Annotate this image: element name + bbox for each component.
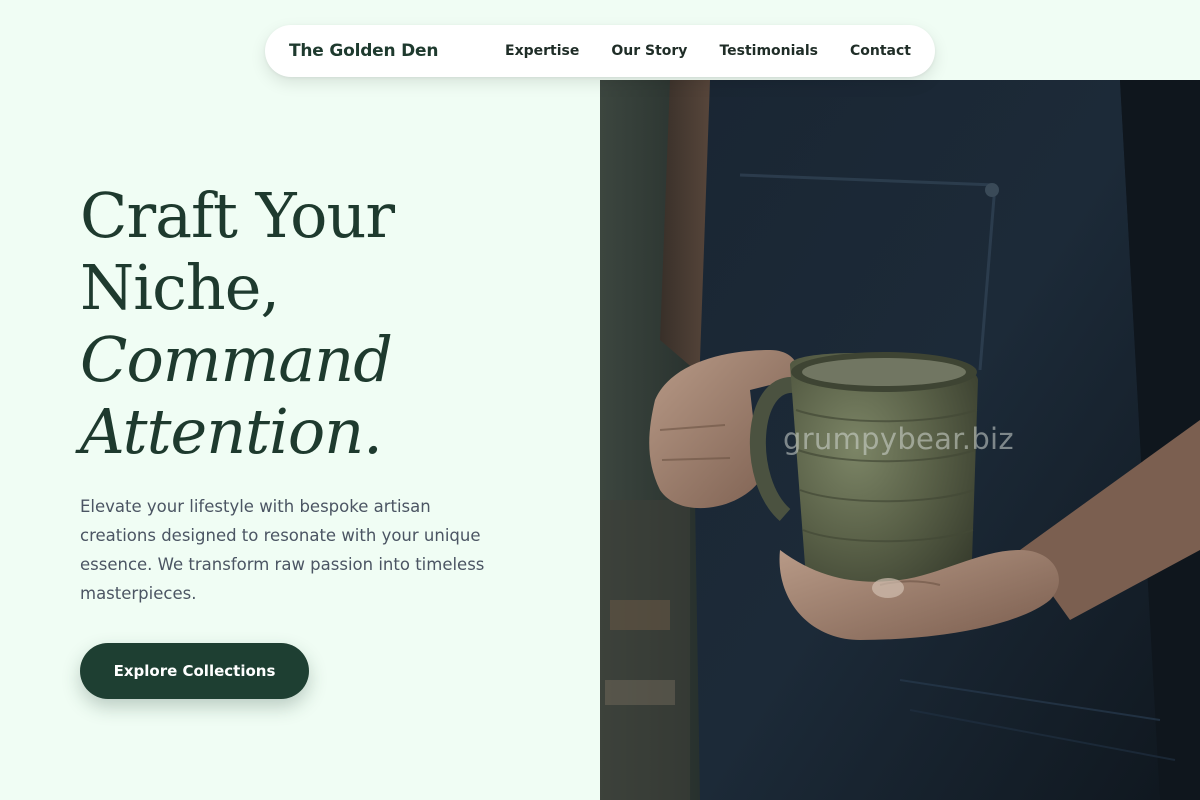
top-navigation: The Golden Den Expertise Our Story Testi…: [265, 25, 935, 77]
headline-line-4: Attention.: [80, 395, 383, 468]
hero-headline: Craft Your Niche, Command Attention.: [80, 180, 560, 468]
nav-link-contact[interactable]: Contact: [850, 43, 911, 59]
hero-subtext: Elevate your lifestyle with bespoke arti…: [80, 497, 485, 603]
explore-collections-button[interactable]: Explore Collections: [80, 643, 309, 699]
nav-link-testimonials[interactable]: Testimonials: [719, 43, 818, 59]
hero-image: grumpybear.biz: [600, 80, 1200, 800]
headline-line-2: Niche,: [80, 251, 280, 324]
image-watermark: grumpybear.biz: [783, 422, 1014, 456]
brand-logo[interactable]: The Golden Den: [289, 41, 438, 61]
nav-links: Expertise Our Story Testimonials Contact: [505, 43, 911, 59]
nav-link-our-story[interactable]: Our Story: [611, 43, 687, 59]
headline-line-1: Craft Your: [80, 179, 395, 252]
headline-line-3: Command: [80, 323, 393, 396]
nav-link-expertise[interactable]: Expertise: [505, 43, 579, 59]
hero-text: Craft Your Niche, Command Attention. Ele…: [80, 180, 560, 608]
